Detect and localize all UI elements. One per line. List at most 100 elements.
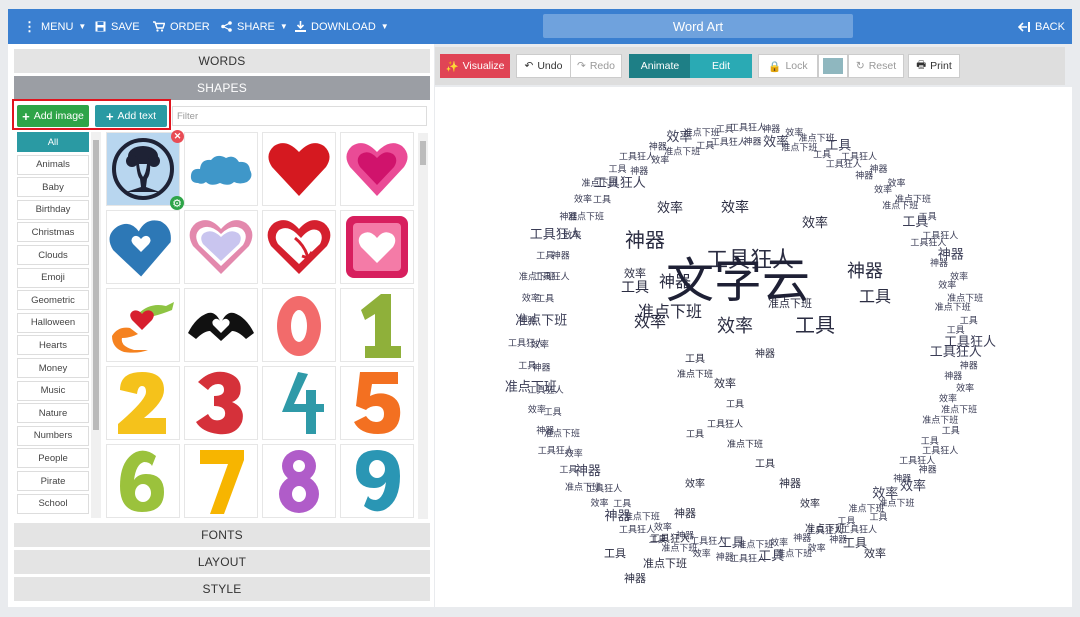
- print-button[interactable]: 🖶 Print: [908, 54, 960, 78]
- add-image-button[interactable]: + Add image: [17, 105, 89, 127]
- style-section-header[interactable]: STYLE: [14, 577, 430, 601]
- category-item[interactable]: Halloween: [17, 312, 89, 333]
- number-1-icon: [361, 294, 401, 358]
- visualize-button[interactable]: ✨ Visualize: [440, 54, 510, 78]
- word-cloud-word: 工具: [795, 313, 835, 337]
- category-item[interactable]: Numbers: [17, 425, 89, 446]
- number-7-icon: [200, 450, 244, 514]
- category-item[interactable]: Animals: [17, 154, 89, 175]
- filter-input[interactable]: Filter: [172, 106, 427, 126]
- remove-shape-icon[interactable]: ✕: [171, 130, 184, 143]
- shape-tile-heart-arrow[interactable]: [262, 210, 336, 284]
- word-cloud-word: 准点下班: [664, 146, 700, 158]
- animate-button[interactable]: Animate: [629, 54, 691, 78]
- shapes-section-header[interactable]: SHAPES: [14, 76, 430, 100]
- word-cloud-word: 神器: [855, 170, 873, 182]
- shape-tile-cloud[interactable]: [184, 132, 258, 206]
- shape-tile-number-5[interactable]: [340, 366, 414, 440]
- word-art-canvas[interactable]: 工具狂人 神器 效率 准点下班 工具 工具狂人 神器 效率 准点下班 工具 工具狂人 神器 效率 准点下班…: [435, 87, 1072, 607]
- edit-button[interactable]: Edit: [690, 54, 752, 78]
- words-section-header[interactable]: WORDS: [14, 49, 430, 73]
- shape-tile-woman-head-circle[interactable]: [106, 132, 180, 206]
- top-bar: ⋮ MENU ▼ SAVE ORDER SHARE ▼ DOWNLOAD ▼ W…: [8, 9, 1072, 44]
- shape-tile-number-6[interactable]: [106, 444, 180, 518]
- number-8-icon: [279, 450, 319, 513]
- word-cloud-word: 工具狂人: [730, 553, 766, 564]
- shapes-scrollbar[interactable]: [418, 133, 428, 519]
- title-box[interactable]: Word Art: [543, 14, 853, 38]
- category-item[interactable]: Nature: [17, 403, 89, 424]
- back-button[interactable]: BACK: [1018, 9, 1065, 44]
- share-button[interactable]: SHARE ▼: [221, 9, 288, 44]
- category-item[interactable]: Money: [17, 358, 89, 378]
- category-item[interactable]: Clouds: [17, 245, 89, 265]
- download-button[interactable]: DOWNLOAD ▼: [295, 9, 389, 44]
- shapes-scroll-thumb[interactable]: [420, 141, 426, 165]
- word-cloud-word: 效率: [721, 199, 749, 216]
- download-icon: [295, 21, 306, 32]
- edit-label: Edit: [711, 60, 731, 72]
- category-item[interactable]: Christmas: [17, 222, 89, 243]
- category-item[interactable]: Birthday: [17, 199, 89, 220]
- canvas-toolbar: ✨ Visualize ↶ Undo ↷ Redo Animate Edit 🔒…: [435, 47, 1065, 85]
- word-cloud-word: 工具狂人: [650, 533, 690, 545]
- category-scrollbar[interactable]: [91, 132, 101, 518]
- category-scroll-thumb[interactable]: [93, 140, 99, 430]
- heart-arrow-icon: [267, 220, 331, 274]
- add-text-button[interactable]: + Add text: [95, 105, 167, 127]
- save-button[interactable]: SAVE: [95, 9, 140, 44]
- word-cloud-word: 效率: [800, 497, 820, 510]
- redo-button[interactable]: ↷ Redo: [570, 54, 622, 78]
- shape-tile-number-8[interactable]: [262, 444, 336, 518]
- lock-button[interactable]: 🔒 Lock: [758, 54, 818, 78]
- menu-button[interactable]: ⋮ MENU ▼: [23, 9, 86, 44]
- word-cloud-word: 效率: [939, 393, 957, 405]
- shape-tile-number-7[interactable]: [184, 444, 258, 518]
- undo-button[interactable]: ↶ Undo: [516, 54, 571, 78]
- shape-tile-number-1[interactable]: [340, 288, 414, 362]
- category-item[interactable]: Hearts: [17, 335, 89, 356]
- heart-blue-icon: [109, 220, 171, 277]
- number-5-icon: [354, 372, 401, 434]
- shape-tile-heart-outline-lavender[interactable]: [184, 210, 258, 284]
- category-item[interactable]: Pirate: [17, 471, 89, 491]
- reset-button[interactable]: ↻ Reset: [848, 54, 904, 78]
- add-text-label: Add text: [117, 110, 157, 122]
- shape-tile-number-2[interactable]: [106, 366, 180, 440]
- layout-section-header[interactable]: LAYOUT: [14, 550, 430, 574]
- word-cloud-word: 工具: [686, 429, 704, 440]
- visualize-label: Visualize: [462, 60, 505, 72]
- order-button[interactable]: ORDER: [153, 9, 210, 44]
- category-item[interactable]: Baby: [17, 177, 89, 198]
- plus-icon: +: [22, 108, 30, 124]
- color-swatch-button[interactable]: [818, 54, 848, 78]
- category-item[interactable]: All: [17, 132, 89, 152]
- shape-tile-heart-red[interactable]: [262, 132, 336, 206]
- heart-square-icon: [346, 216, 408, 278]
- word-cloud-word: 工具: [544, 407, 562, 418]
- shape-tile-number-9[interactable]: [340, 444, 414, 518]
- word-cloud-word: 神器: [893, 472, 911, 484]
- words-header-label: WORDS: [198, 54, 246, 68]
- shape-tile-number-3[interactable]: [184, 366, 258, 440]
- number-6-icon: [120, 450, 164, 512]
- shape-tile-number-0[interactable]: [262, 288, 336, 362]
- shape-tile-heart-blue[interactable]: [106, 210, 180, 284]
- category-item[interactable]: Emoji: [17, 267, 89, 288]
- word-cloud-word: 神器: [847, 261, 883, 282]
- category-item[interactable]: People: [17, 448, 89, 469]
- category-item[interactable]: Geometric: [17, 290, 89, 311]
- word-main: 文字云: [666, 253, 810, 309]
- shape-tile-hands-heart-black[interactable]: [184, 288, 258, 362]
- shape-tile-hands-heart[interactable]: [106, 288, 180, 362]
- word-cloud-word: 工具: [608, 164, 626, 175]
- category-item[interactable]: School: [17, 493, 89, 514]
- category-item[interactable]: Music: [17, 380, 89, 401]
- plus-icon: +: [105, 108, 114, 124]
- shape-tile-number-4[interactable]: [262, 366, 336, 440]
- shape-tile-heart-pink[interactable]: [340, 132, 414, 206]
- fonts-section-header[interactable]: FONTS: [14, 523, 430, 547]
- shape-tile-heart-square[interactable]: [340, 210, 414, 284]
- word-cloud-word: 工具狂人: [899, 455, 935, 466]
- gear-icon[interactable]: ⚙: [170, 196, 184, 210]
